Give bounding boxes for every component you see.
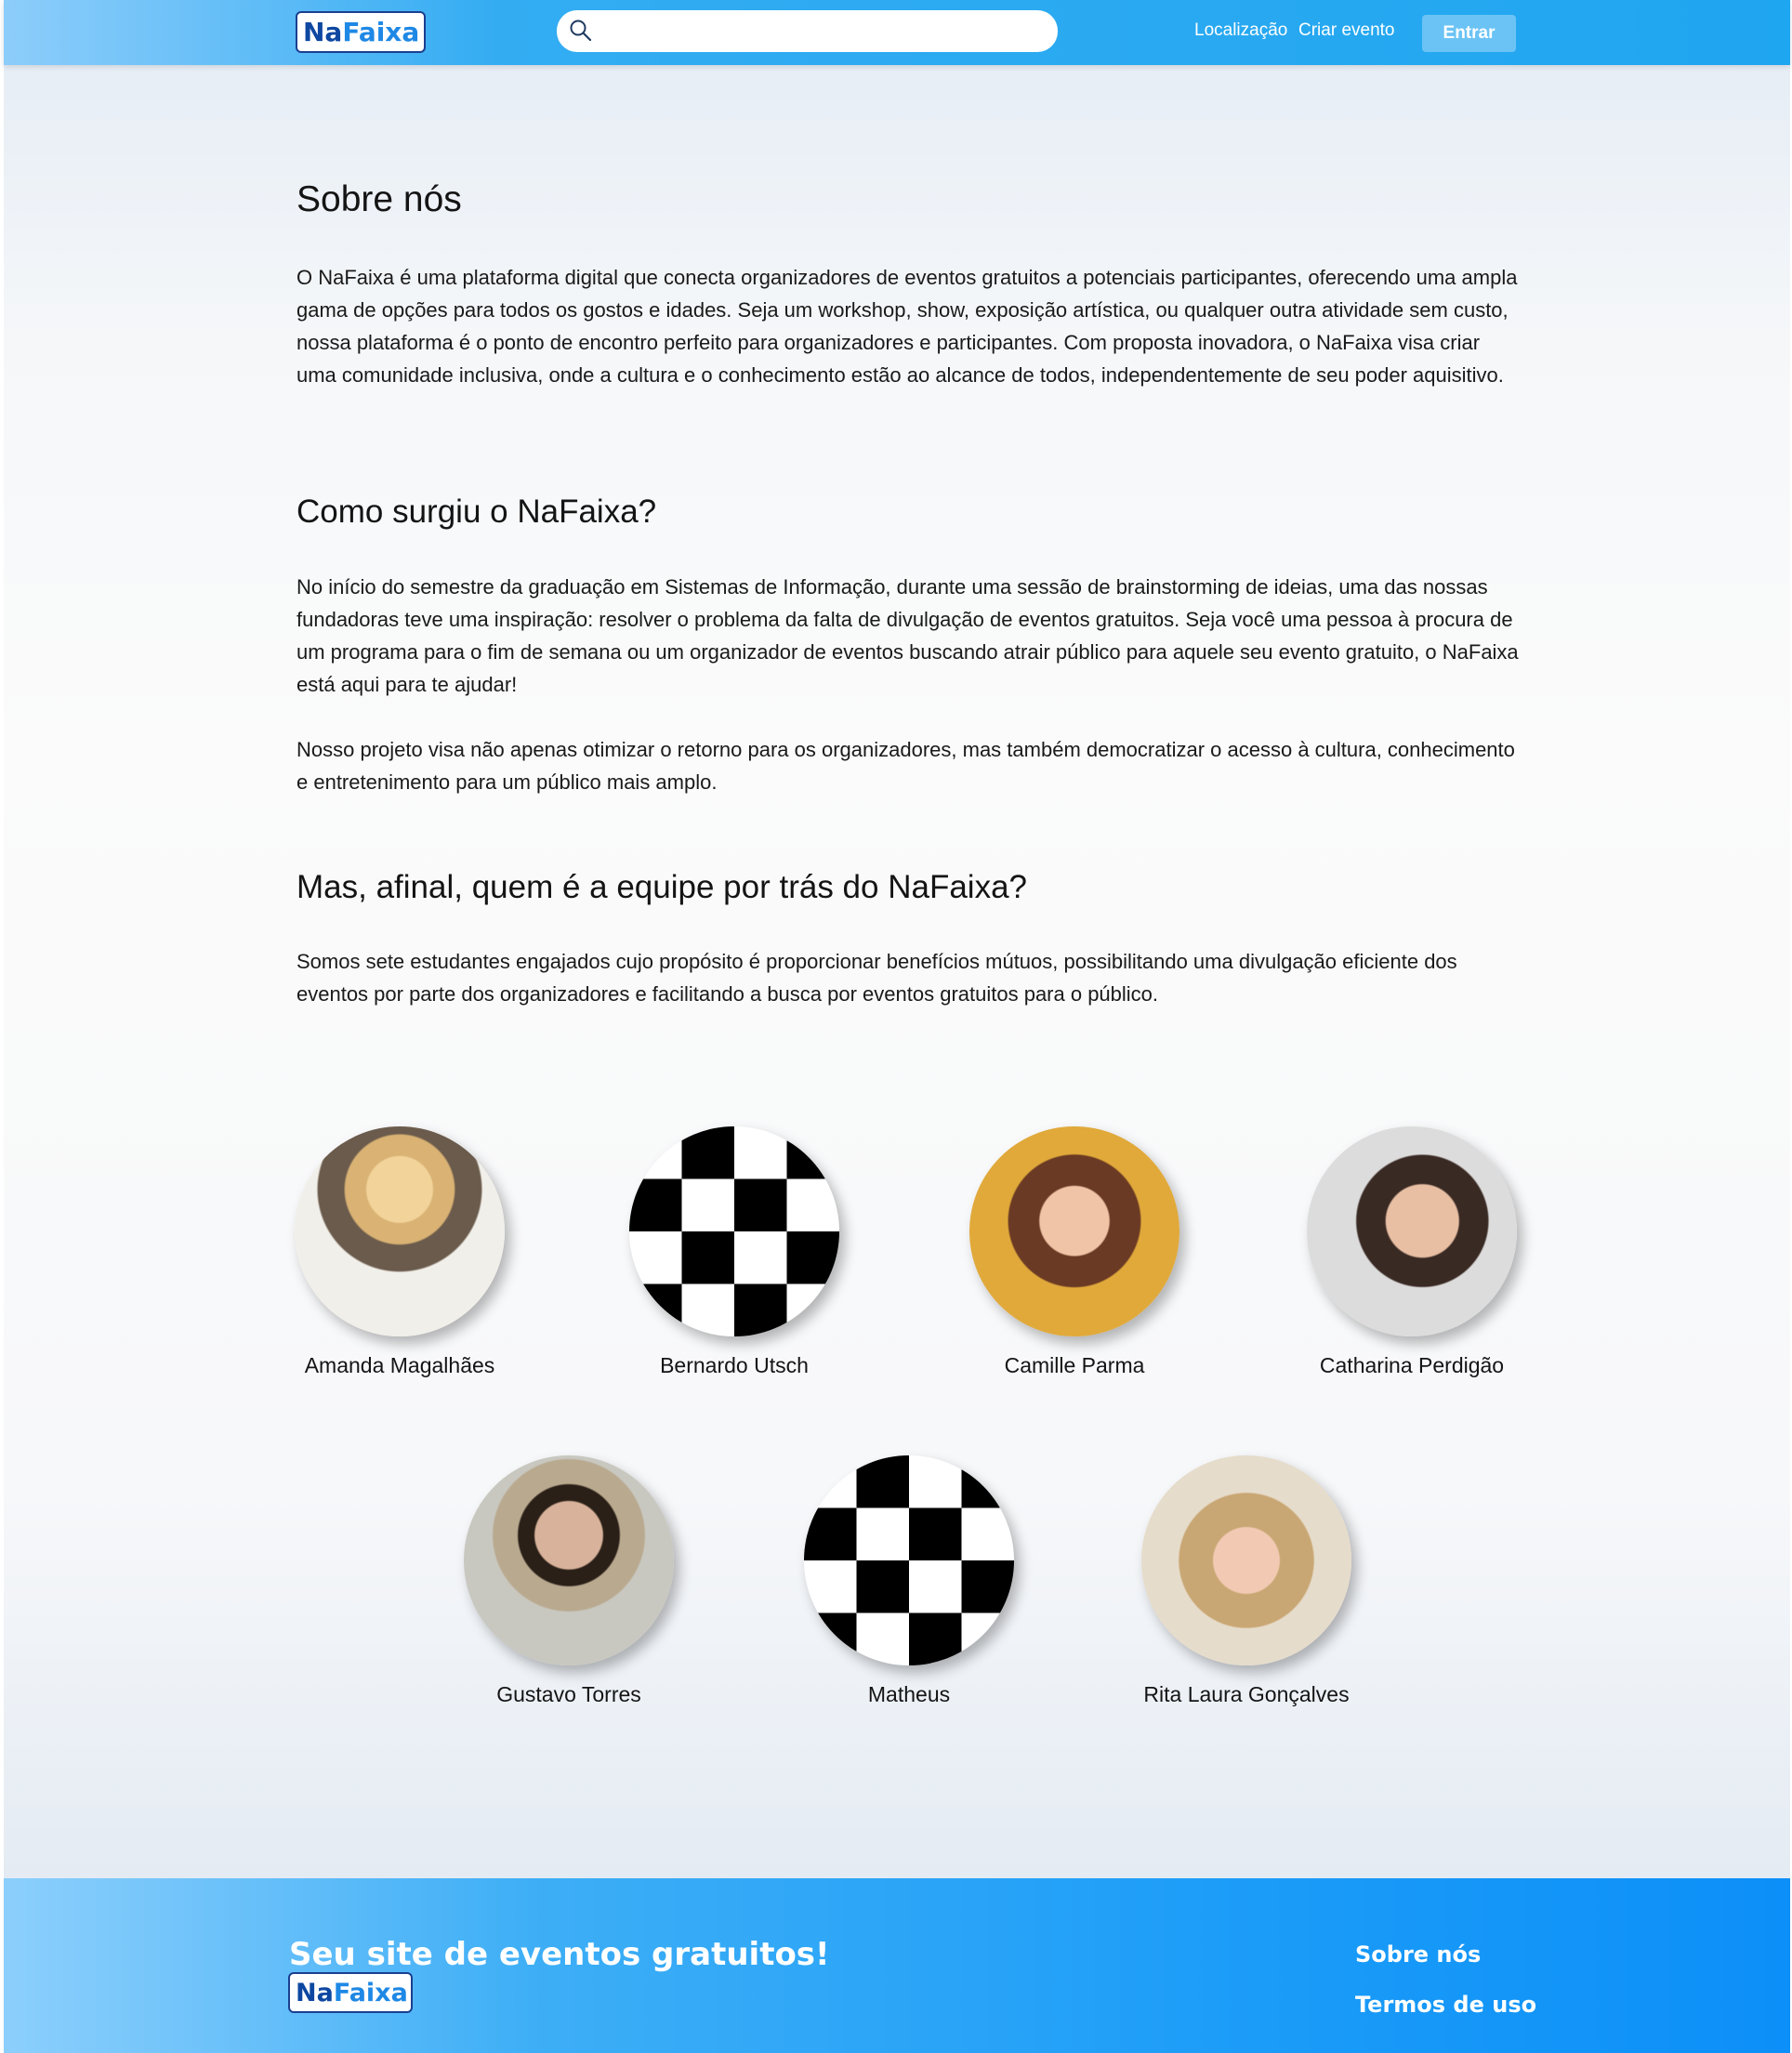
team-member-card: Catharina Perdigão xyxy=(1272,1126,1551,1378)
team-paragraph: Somos sete estudantes engajados cujo pro… xyxy=(296,950,1457,1006)
nav-location-link[interactable]: Localização xyxy=(1194,20,1287,41)
member-name: Amanda Magalhães xyxy=(304,1353,495,1377)
footer: Seu site de eventos gratuitos! Na Faixa S… xyxy=(4,1878,1790,2053)
member-name: Matheus xyxy=(867,1682,951,1706)
member-avatar xyxy=(1141,1455,1351,1665)
member-name: Camille Parma xyxy=(1004,1353,1145,1377)
page: Na Faixa Localização Criar evento Entrar … xyxy=(4,0,1790,2053)
origin-heading: Como surgiu o NaFaixa? xyxy=(296,494,657,530)
nafaixa-logo[interactable]: Na Faixa xyxy=(296,11,426,53)
nav-create-event-link[interactable]: Criar evento xyxy=(1298,20,1395,41)
member-avatar xyxy=(1307,1126,1517,1336)
team-heading: Mas, afinal, quem é a equipe por trás do… xyxy=(296,869,1027,905)
about-intro-paragraph: O NaFaixa é uma plataforma digital que c… xyxy=(296,266,1518,387)
logo-part-faixa: Faixa xyxy=(333,1978,408,2007)
member-avatar xyxy=(295,1126,505,1336)
logo-part-faixa: Faixa xyxy=(342,16,420,47)
logo-part-na: Na xyxy=(296,1978,334,2007)
login-button[interactable]: Entrar xyxy=(1422,15,1516,52)
member-name: Rita Laura Gonçalves xyxy=(1143,1682,1350,1706)
team-member-card: Bernardo Utsch xyxy=(595,1126,874,1378)
search-input[interactable] xyxy=(603,18,1044,46)
member-name: Gustavo Torres xyxy=(496,1682,641,1706)
footer-terms-link[interactable]: Termos de uso xyxy=(1355,1992,1536,2018)
origin-paragraph-1: No início do semestre da graduação em Si… xyxy=(296,575,1519,696)
member-avatar xyxy=(969,1126,1179,1336)
footer-tagline: Seu site de eventos gratuitos! xyxy=(289,1936,830,1973)
team-member-card: Gustavo Torres xyxy=(429,1455,708,1707)
top-nav-bar: Na Faixa Localização Criar evento Entrar xyxy=(4,0,1790,65)
member-avatar xyxy=(464,1455,674,1665)
team-member-card: Matheus xyxy=(770,1455,1048,1707)
search-icon xyxy=(570,20,592,42)
footer-nafaixa-logo[interactable]: Na Faixa xyxy=(288,1972,413,2013)
page-title: Sobre nós xyxy=(296,179,462,219)
member-avatar-placeholder xyxy=(629,1126,839,1336)
team-member-card: Amanda Magalhães xyxy=(260,1126,539,1378)
origin-paragraph-2: Nosso projeto visa não apenas otimizar o… xyxy=(296,738,1515,794)
search-bar[interactable] xyxy=(557,10,1058,52)
team-member-card: Camille Parma xyxy=(935,1126,1214,1378)
logo-part-na: Na xyxy=(303,16,343,47)
member-name: Bernardo Utsch xyxy=(660,1353,809,1377)
team-member-card: Rita Laura Gonçalves xyxy=(1107,1455,1386,1707)
member-avatar-placeholder xyxy=(804,1455,1014,1665)
member-name: Catharina Perdigão xyxy=(1319,1353,1505,1377)
footer-about-link[interactable]: Sobre nós xyxy=(1355,1941,1481,1967)
